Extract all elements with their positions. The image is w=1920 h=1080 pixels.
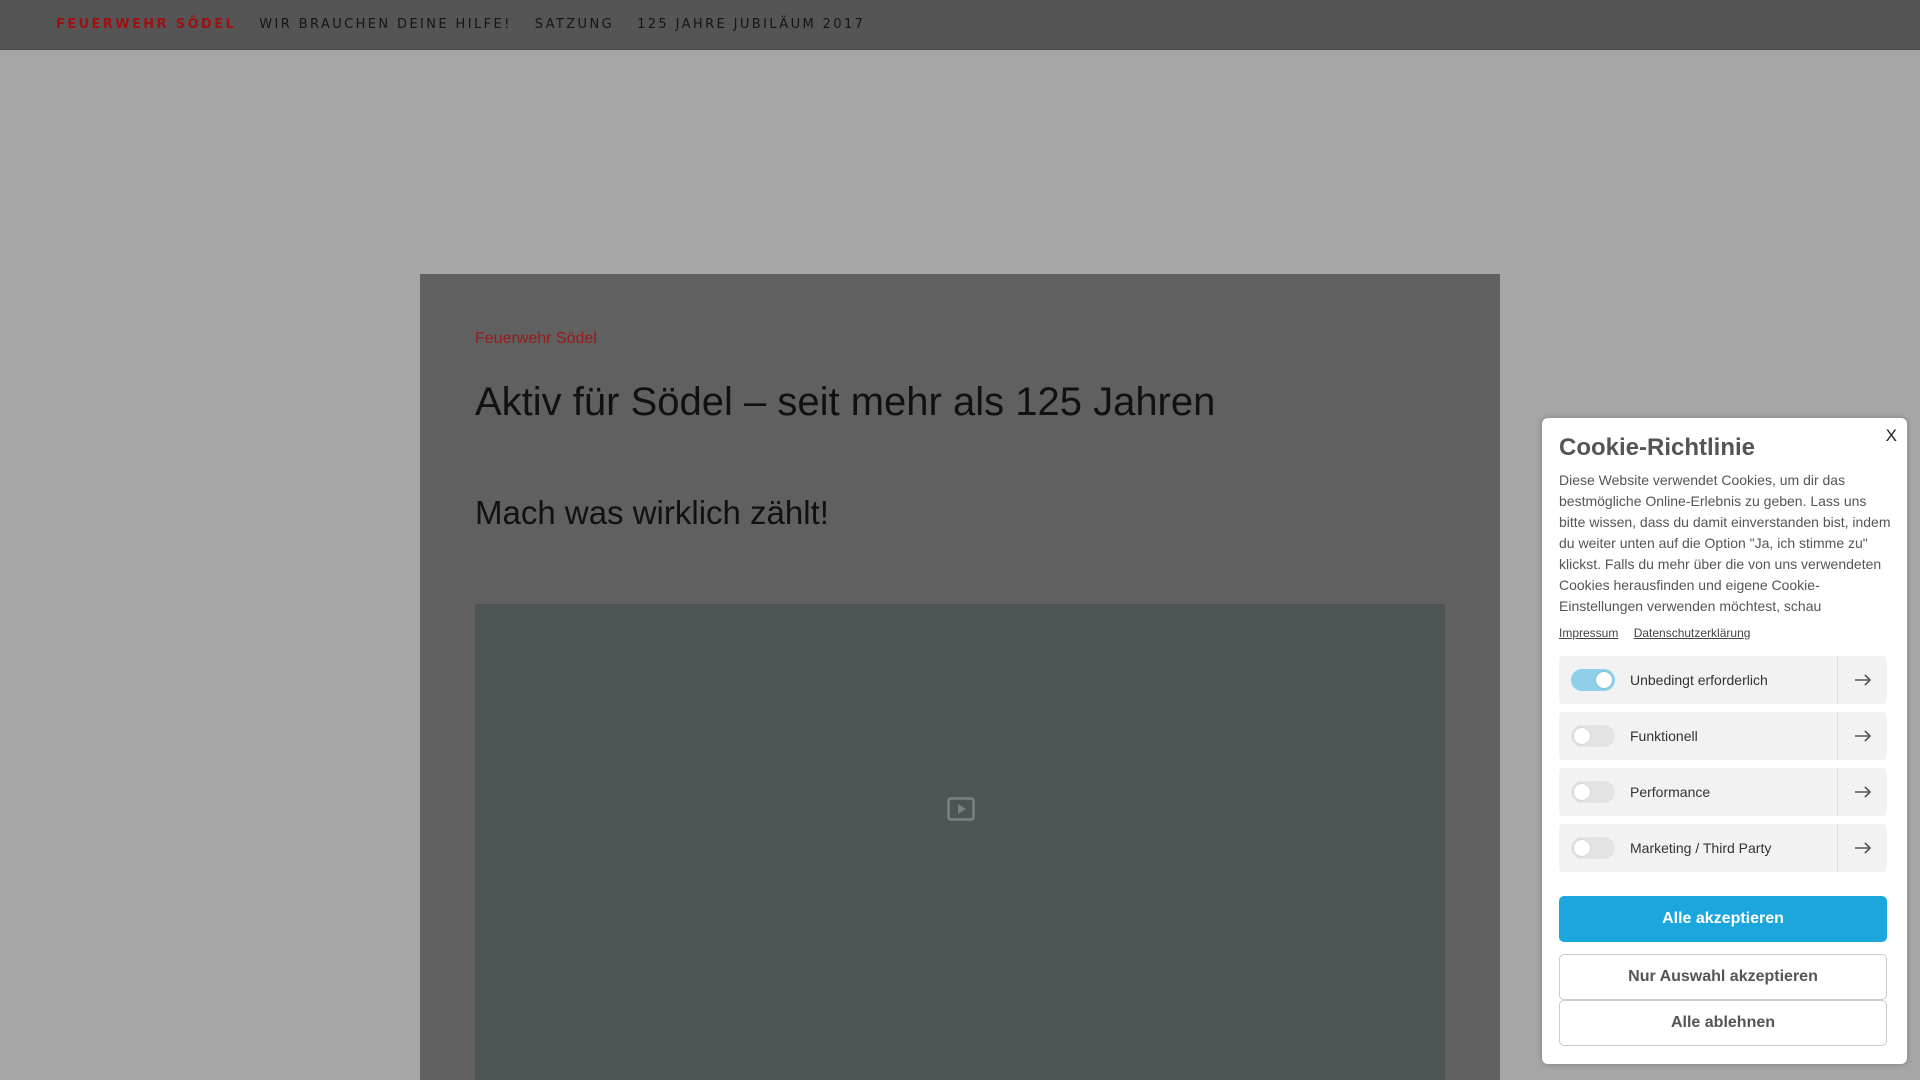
toggle-performance[interactable] (1571, 781, 1615, 803)
toggle-necessary[interactable] (1571, 669, 1615, 691)
arrow-right-icon[interactable] (1837, 712, 1887, 760)
accept-selection-button[interactable]: Nur Auswahl akzeptieren (1559, 954, 1887, 1000)
nav-item-125-jahre-jubilaeum[interactable]: 125 JAHRE JUBILÄUM 2017 (637, 17, 865, 32)
datenschutz-link[interactable]: Datenschutzerklärung (1634, 626, 1751, 640)
accept-all-button[interactable]: Alle akzeptieren (1559, 896, 1887, 942)
nav-item-wir-brauchen-deine-hilfe[interactable]: WIR BRAUCHEN DEINE HILFE! (259, 17, 512, 32)
category-label: Performance (1630, 784, 1711, 800)
toggle-functional[interactable] (1571, 725, 1615, 747)
nav-item-feuerwehr-soedel[interactable]: FEUERWEHR SÖDEL (56, 17, 236, 32)
cookie-title: Cookie-Richtlinie (1559, 434, 1756, 461)
nav-item-satzung[interactable]: SATZUNG (535, 17, 614, 32)
category-label: Marketing / Third Party (1630, 840, 1772, 856)
cookie-category-necessary: Unbedingt erforderlich (1559, 656, 1887, 704)
arrow-right-icon[interactable] (1837, 656, 1887, 704)
page-subtitle: Mach was wirklich zählt! (475, 494, 829, 531)
page-title: Aktiv für Södel – seit mehr als 125 Jahr… (475, 380, 1216, 424)
cookie-category-marketing: Marketing / Third Party (1559, 824, 1887, 872)
cookie-consent-panel: X Cookie-Richtlinie Diese Website verwen… (1542, 418, 1907, 1064)
category-label: Unbedingt erforderlich (1630, 672, 1768, 688)
play-icon[interactable] (947, 797, 975, 821)
top-navigation: FEUERWEHR SÖDEL WIR BRAUCHEN DEINE HILFE… (0, 0, 1920, 50)
cookie-category-functional: Funktionell (1559, 712, 1887, 760)
cookie-links: Impressum Datenschutzerklärung (1559, 626, 1762, 640)
category-label: Funktionell (1630, 728, 1698, 744)
arrow-right-icon[interactable] (1837, 824, 1887, 872)
reject-all-button[interactable]: Alle ablehnen (1559, 1000, 1887, 1046)
cookie-close-button[interactable]: X (1886, 426, 1897, 446)
main-content-card: Feuerwehr Södel Aktiv für Södel – seit m… (420, 274, 1500, 1080)
impressum-link[interactable]: Impressum (1559, 626, 1618, 640)
video-player[interactable] (475, 604, 1445, 1080)
page-kicker: Feuerwehr Södel (475, 330, 597, 347)
cookie-description: Diese Website verwendet Cookies, um dir … (1559, 472, 1891, 614)
cookie-category-performance: Performance (1559, 768, 1887, 816)
arrow-right-icon[interactable] (1837, 768, 1887, 816)
toggle-marketing[interactable] (1571, 837, 1615, 859)
